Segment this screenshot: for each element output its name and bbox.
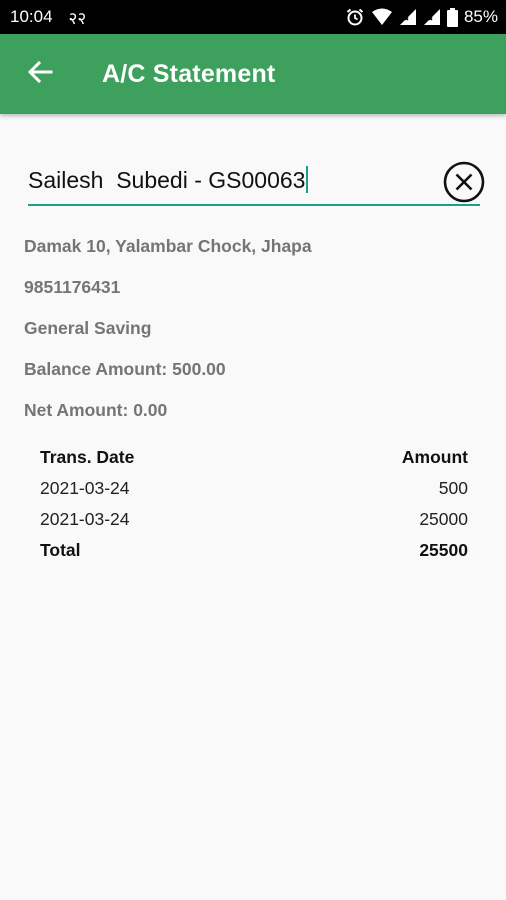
notification-text: २२ — [68, 8, 87, 28]
status-time: 10:04 — [10, 7, 53, 26]
back-button[interactable] — [0, 34, 80, 114]
alarm-icon — [345, 7, 365, 27]
header-trans-date: Trans. Date — [40, 447, 135, 467]
header-amount: Amount — [401, 447, 468, 467]
signal-icon-2 — [423, 8, 441, 26]
total-label: Total — [40, 540, 81, 560]
row-amount: 500 — [438, 478, 468, 498]
battery-icon — [446, 7, 458, 27]
text-cursor — [306, 166, 309, 193]
net-amount: Net Amount: 0.00 — [24, 400, 168, 420]
account-address: Damak 10, Yalambar Chock, Jhapa — [24, 236, 312, 256]
status-right: 85% — [345, 7, 498, 27]
transaction-table: Trans. Date Amount 2021-03-24 500 2021-0… — [40, 442, 468, 566]
account-search-input[interactable]: Sailesh Subedi - GS00063 — [28, 158, 480, 206]
app-bar: A/C Statement — [0, 34, 506, 114]
account-phone: 9851176431 — [24, 277, 121, 297]
table-row: 2021-03-24 25000 — [40, 504, 468, 535]
clear-search-button[interactable] — [442, 160, 486, 204]
row-date: 2021-03-24 — [40, 509, 130, 529]
search-input-value: Sailesh Subedi - GS00063 — [28, 167, 306, 193]
signal-icon — [399, 8, 417, 26]
search-field: Sailesh Subedi - GS00063 — [28, 158, 485, 210]
close-circle-icon — [442, 161, 486, 208]
wifi-icon — [371, 8, 393, 26]
table-total-row: Total 25500 — [40, 535, 468, 566]
status-bar: 10:04 २२ 85% — [0, 0, 506, 34]
account-type: General Saving — [24, 318, 152, 338]
table-header-row: Trans. Date Amount — [40, 442, 468, 473]
total-amount: 25500 — [419, 540, 468, 560]
balance-amount: Balance Amount: 500.00 — [24, 359, 226, 379]
arrow-back-icon — [27, 60, 53, 89]
row-date: 2021-03-24 — [40, 478, 130, 498]
battery-percent: 85% — [463, 7, 498, 26]
row-amount: 25000 — [419, 509, 468, 529]
table-row: 2021-03-24 500 — [40, 473, 468, 504]
status-left: 10:04 २२ — [10, 6, 86, 29]
page-title: A/C Statement — [102, 59, 276, 88]
